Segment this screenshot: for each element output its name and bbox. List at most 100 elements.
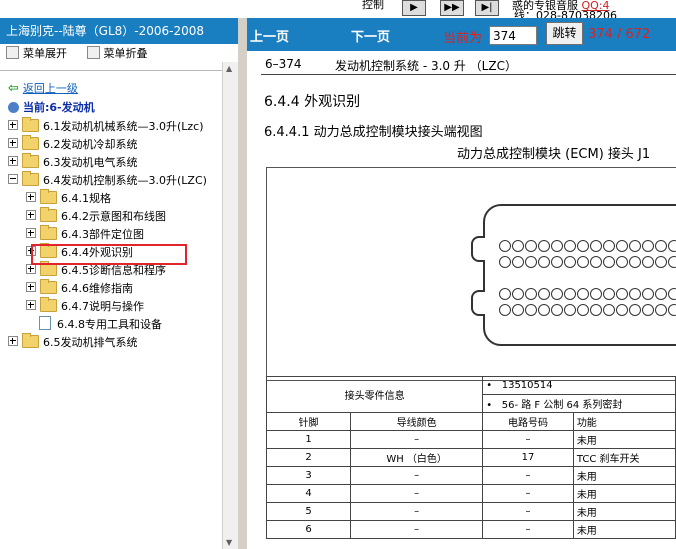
skip-icon[interactable]: ▶▶: [440, 0, 464, 16]
pin-cavity: [642, 240, 654, 252]
collapse-menu-button[interactable]: 菜单折叠: [86, 44, 148, 64]
expand-toggle-icon[interactable]: [8, 120, 18, 130]
pin-cavity: [564, 256, 576, 268]
table-row: 6– – 未用: [265, 520, 676, 539]
tree-scrollbar[interactable]: ▲ ▼: [222, 62, 238, 549]
tree-item-6-4-3[interactable]: 6.4.3部件定位图: [26, 225, 144, 243]
expand-icon: [6, 46, 19, 59]
pin-cavity: [564, 304, 576, 316]
collapse-toggle-icon[interactable]: [8, 174, 18, 184]
folder-icon: [40, 297, 57, 312]
pin-cavity: [499, 240, 511, 252]
tree-item-6-3[interactable]: 6.3发动机电气系统: [8, 153, 138, 171]
pin-cavity: [655, 256, 667, 268]
tree-item-6-4[interactable]: 6.4发动机控制系统—3.0升(LZC): [8, 171, 207, 189]
col-header: 针脚: [265, 412, 352, 431]
tree-item-6-4-7[interactable]: 6.4.7说明与操作: [26, 297, 144, 315]
connector-latch: [471, 290, 485, 316]
page-ref: 6–374: [265, 57, 302, 71]
pin-row-upper-2: [499, 256, 676, 271]
tree-item-6-2[interactable]: 6.2发动机冷却系统: [8, 135, 138, 153]
folder-icon: [40, 279, 57, 294]
header-rule: [261, 74, 676, 75]
pin-cavity: [538, 304, 550, 316]
play-icon[interactable]: ▶: [402, 0, 426, 16]
pin-cavity: [629, 304, 641, 316]
info-header: 接头零件信息: [265, 376, 484, 413]
pin-cavity: [590, 288, 602, 300]
back-link[interactable]: ⇦ 返回上一级: [8, 80, 78, 97]
tree-item-6-5[interactable]: 6.5发动机排气系统: [8, 333, 138, 351]
folder-icon: [40, 225, 57, 240]
pin-cavity: [577, 256, 589, 268]
document-icon: [39, 316, 51, 330]
pin-cavity: [551, 240, 563, 252]
pin-cavity: [616, 240, 628, 252]
subsection-heading: 6.4.4.1 动力总成控制模块接头端视图: [264, 125, 483, 140]
phone-text: 线：028-87038206: [514, 9, 617, 18]
expand-toggle-icon[interactable]: [26, 264, 36, 274]
tree-item-6-4-1[interactable]: 6.4.1规格: [26, 189, 111, 207]
expand-toggle-icon[interactable]: [8, 336, 18, 346]
pin-cavity: [525, 288, 537, 300]
pin-cavity: [603, 304, 615, 316]
pin-cavity: [551, 288, 563, 300]
expand-toggle-icon[interactable]: [26, 192, 36, 202]
current-node-icon: [8, 102, 19, 113]
pin-cavity: [629, 256, 641, 268]
current-page-label: 当前为: [443, 31, 483, 46]
toolbar-divider: [0, 70, 238, 71]
connector-figure: [266, 167, 676, 381]
pin-cavity: [629, 288, 641, 300]
pin-info-table: 接头零件信息 • 13510514 • 56- 路 F 公制 64 系列密封 针…: [265, 376, 676, 539]
expand-toggle-icon[interactable]: [26, 210, 36, 220]
scroll-up-icon[interactable]: ▲: [226, 64, 232, 73]
pin-cavity: [642, 288, 654, 300]
top-strip: 控制 ▶ ▶▶ ▶| 惑的专银音服 QQ:4 线：028-87038206: [0, 0, 676, 18]
pin-cavity: [590, 256, 602, 268]
table-row: 4– – 未用: [265, 484, 676, 503]
expand-toggle-icon[interactable]: [26, 282, 36, 292]
panel-splitter[interactable]: [238, 18, 247, 549]
folder-icon: [40, 189, 57, 204]
tree-item-6-4-2[interactable]: 6.4.2示意图和布线图: [26, 207, 166, 225]
table-row: 1– – 未用: [265, 430, 676, 449]
expand-toggle-icon[interactable]: [8, 138, 18, 148]
pin-cavity: [668, 240, 676, 252]
pin-cavity: [512, 304, 524, 316]
next-icon[interactable]: ▶|: [475, 0, 499, 16]
folder-icon: [22, 135, 39, 150]
prev-page-button[interactable]: 上一页: [250, 26, 289, 45]
pin-cavity: [668, 304, 676, 316]
pin-cavity: [603, 240, 615, 252]
collapse-icon: [86, 46, 100, 59]
expand-toggle-icon[interactable]: [26, 228, 36, 238]
book-title: 上海别克--陆尊（GL8）-2006-2008: [0, 18, 238, 44]
pin-cavity: [655, 304, 667, 316]
pin-cavity: [538, 256, 550, 268]
next-page-button[interactable]: 下一页: [351, 26, 390, 45]
current-node: 当前:6-发动机: [8, 99, 95, 116]
go-button[interactable]: 跳转: [546, 22, 583, 45]
col-header: 功能: [572, 412, 676, 431]
pin-cavity: [577, 288, 589, 300]
pin-cavity: [525, 304, 537, 316]
col-header: 电路号码: [482, 412, 574, 431]
tree-item-6-1[interactable]: 6.1发动机机械系统—3.0升(Lzc): [8, 117, 204, 135]
folder-icon: [22, 333, 39, 348]
pin-cavity: [551, 304, 563, 316]
pin-cavity: [551, 256, 563, 268]
pin-cavity: [642, 256, 654, 268]
expand-menu-button[interactable]: 菜单展开: [6, 44, 67, 64]
expand-toggle-icon[interactable]: [8, 156, 18, 166]
tree-item-6-4-8[interactable]: 6.4.8专用工具和设备: [39, 316, 162, 333]
expand-toggle-icon[interactable]: [26, 300, 36, 310]
scroll-down-icon[interactable]: ▼: [226, 538, 232, 547]
pin-cavity: [642, 304, 654, 316]
pin-cavity: [499, 288, 511, 300]
col-header: 导线颜色: [350, 412, 484, 431]
page-number-input[interactable]: [489, 26, 537, 45]
pin-cavity: [538, 240, 550, 252]
tree-item-6-4-6[interactable]: 6.4.6维修指南: [26, 279, 133, 297]
info-bullet: • 13510514: [482, 376, 676, 395]
